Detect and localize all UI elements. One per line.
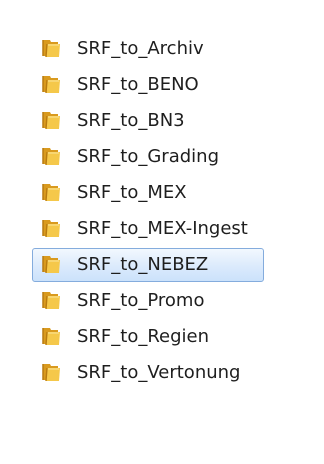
folder-label: SRF_to_MEX (77, 182, 187, 203)
folder-item-grading[interactable]: SRF_to_Grading (0, 139, 324, 175)
folder-icon (41, 147, 61, 166)
folder-item-regien[interactable]: SRF_to_Regien (0, 319, 324, 355)
folder-list: SRF_to_Archiv SRF_to_BENO SRF_to_BN3 SRF… (0, 31, 324, 391)
folder-icon (41, 111, 61, 130)
folder-label: SRF_to_BN3 (77, 110, 185, 131)
folder-label: SRF_to_MEX-Ingest (77, 218, 248, 239)
folder-icon (41, 219, 61, 238)
folder-item-mex[interactable]: SRF_to_MEX (0, 175, 324, 211)
folder-item-archiv[interactable]: SRF_to_Archiv (0, 31, 324, 67)
folder-icon (41, 255, 61, 274)
folder-item-mex-ingest[interactable]: SRF_to_MEX-Ingest (0, 211, 324, 247)
folder-item-vertonung[interactable]: SRF_to_Vertonung (0, 355, 324, 391)
folder-label: SRF_to_Promo (77, 290, 205, 311)
folder-icon (41, 39, 61, 58)
folder-label: SRF_to_Regien (77, 326, 210, 347)
folder-icon (41, 183, 61, 202)
folder-item-bn3[interactable]: SRF_to_BN3 (0, 103, 324, 139)
folder-item-beno[interactable]: SRF_to_BENO (0, 67, 324, 103)
folder-label: SRF_to_Vertonung (77, 362, 241, 383)
folder-icon (41, 75, 61, 94)
folder-icon (41, 291, 61, 310)
folder-icon (41, 327, 61, 346)
folder-label: SRF_to_BENO (77, 74, 199, 95)
folder-label: SRF_to_Archiv (77, 38, 204, 59)
folder-item-nebez[interactable]: SRF_to_NEBEZ (0, 247, 324, 283)
folder-label: SRF_to_Grading (77, 146, 219, 167)
folder-item-promo[interactable]: SRF_to_Promo (0, 283, 324, 319)
folder-icon (41, 363, 61, 382)
folder-label: SRF_to_NEBEZ (77, 254, 209, 275)
